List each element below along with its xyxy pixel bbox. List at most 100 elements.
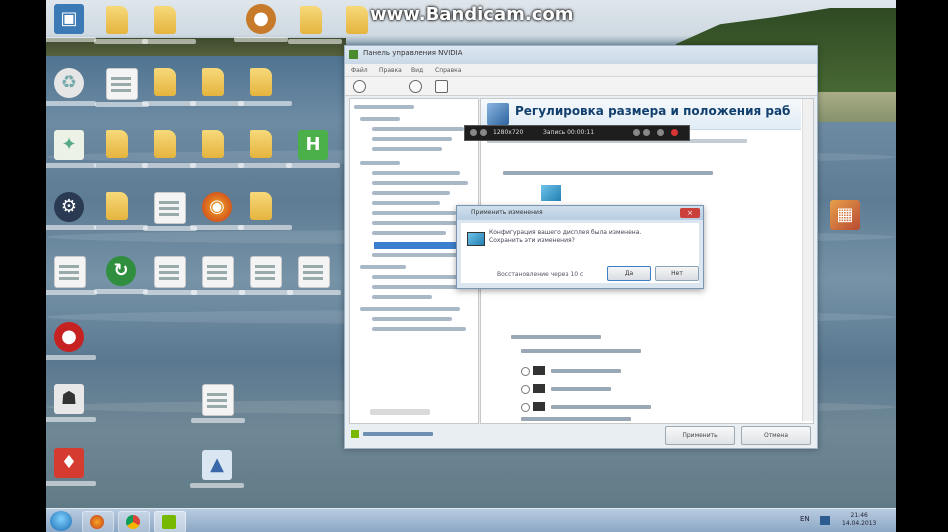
taskbar-item-firefox[interactable]: [82, 511, 114, 532]
record-icon[interactable]: [671, 129, 678, 136]
desktop-icon-document[interactable]: [143, 192, 197, 231]
tree-item[interactable]: [372, 201, 440, 205]
radio-label: [551, 387, 611, 391]
icon-label: [46, 37, 96, 42]
language-indicator[interactable]: EN: [800, 515, 810, 523]
desktop-icon-folder[interactable]: [238, 130, 292, 168]
right-letterbox: [896, 0, 948, 532]
desktop-icon-firefox[interactable]: ◉: [190, 192, 244, 230]
desktop-icon-document[interactable]: [143, 256, 197, 295]
pause-icon[interactable]: [657, 129, 664, 136]
home-icon[interactable]: [435, 80, 448, 93]
menu-edit[interactable]: Правка: [379, 67, 402, 74]
vertical-scrollbar[interactable]: [802, 99, 813, 421]
pencil-icon[interactable]: [643, 129, 650, 136]
camera-icon[interactable]: [633, 129, 640, 136]
tree-item[interactable]: [372, 317, 452, 321]
no-button[interactable]: Нет: [655, 266, 699, 281]
desktop-icon-spreadsheet[interactable]: [287, 256, 341, 295]
desktop-icon-folder[interactable]: [142, 6, 196, 44]
desktop-icon-folder[interactable]: [94, 192, 148, 230]
forward-icon[interactable]: [409, 80, 422, 93]
menu-help[interactable]: Справка: [435, 67, 461, 74]
tree-item[interactable]: [372, 295, 432, 299]
desktop-icon-folder[interactable]: [142, 130, 196, 168]
taskbar-item-chrome[interactable]: [118, 511, 150, 532]
desktop-icon-app[interactable]: ✦: [46, 130, 96, 168]
tree-item[interactable]: [372, 221, 462, 225]
tree-item[interactable]: [372, 211, 456, 215]
desktop-icon-document[interactable]: [95, 68, 149, 107]
horizontal-scrollbar[interactable]: [370, 409, 430, 415]
apply-button[interactable]: Применить: [665, 426, 735, 445]
tree-category-3d[interactable]: [360, 117, 400, 121]
tree-category-stereo[interactable]: [360, 307, 460, 311]
desktop-icon-spreadsheet[interactable]: [239, 256, 293, 295]
desktop-icon-folder[interactable]: [238, 68, 292, 106]
desktop-icon-steam[interactable]: ⚙: [46, 192, 96, 230]
radio-full-screen[interactable]: [521, 367, 530, 376]
tree-item[interactable]: [372, 191, 450, 195]
tree-item[interactable]: [372, 275, 464, 279]
back-icon[interactable]: [353, 80, 366, 93]
search-icon[interactable]: [480, 129, 487, 136]
window-titlebar[interactable]: Панель управления NVIDIA: [345, 46, 817, 64]
dialog-titlebar[interactable]: Применить изменения ×: [457, 206, 703, 220]
desktop-icon-folder[interactable]: [346, 6, 368, 34]
desktop-icon-image[interactable]: ▦: [830, 200, 860, 230]
bandicam-menu-icon[interactable]: [470, 129, 477, 136]
tree-item[interactable]: [372, 231, 446, 235]
desktop-icon-spreadsheet[interactable]: [191, 256, 245, 295]
desktop-icon-folder[interactable]: [94, 6, 148, 44]
tree-item[interactable]: [372, 137, 452, 141]
icon-label: [143, 226, 197, 231]
tree-item[interactable]: [372, 171, 460, 175]
radio-aspect-ratio[interactable]: [521, 385, 530, 394]
monitor-icon[interactable]: [541, 185, 561, 201]
desktop-icon-app[interactable]: ♦: [46, 448, 96, 486]
tree-item[interactable]: [372, 285, 458, 289]
clock[interactable]: 21:46 14.04.2013: [842, 512, 876, 528]
desktop-icon-folder[interactable]: [142, 68, 196, 106]
icon-label: [190, 101, 244, 106]
tree-item[interactable]: [372, 127, 464, 131]
desktop-icon-folder[interactable]: [190, 130, 244, 168]
desktop-icon-document[interactable]: [46, 256, 97, 295]
computer-icon: ▣: [60, 8, 78, 29]
desktop-icon-computer[interactable]: ▣: [46, 4, 96, 42]
no-scaling-icon: [533, 402, 545, 411]
desktop-icon-sync[interactable]: ↻: [94, 256, 148, 294]
scaling-tab[interactable]: [511, 335, 601, 339]
desktop-icon-counter-strike[interactable]: ☗: [46, 384, 96, 422]
menu-file[interactable]: Файл: [351, 67, 368, 74]
desktop-icon-bandicam[interactable]: ●: [46, 322, 96, 360]
close-button[interactable]: ×: [680, 208, 700, 218]
tree-item[interactable]: [372, 147, 442, 151]
desktop-icon-network[interactable]: ▲: [190, 450, 244, 488]
tree-category-video[interactable]: [360, 265, 406, 269]
tree-item[interactable]: [372, 327, 466, 331]
clock-date: 14.04.2013: [842, 520, 877, 527]
taskbar-item-nvidia[interactable]: [154, 511, 186, 532]
desktop-icon-folder[interactable]: [238, 192, 292, 230]
desktop-icon-spreadsheet[interactable]: [191, 384, 245, 423]
desktop-icon-folder[interactable]: [94, 130, 148, 168]
system-info-link[interactable]: [363, 432, 433, 436]
start-button[interactable]: [50, 511, 72, 531]
desktop-icon-folder[interactable]: [190, 68, 244, 106]
tree-item[interactable]: [372, 181, 468, 185]
tree-category-display[interactable]: [360, 161, 400, 165]
desktop-icon-app-h[interactable]: H: [286, 130, 340, 168]
network-icon[interactable]: [820, 516, 830, 525]
tree-item[interactable]: [372, 253, 460, 257]
icon-label: [142, 163, 196, 168]
apply-changes-dialog: Применить изменения × Конфигурация вашег…: [456, 205, 704, 289]
dialog-message: Конфигурация вашего дисплея была изменен…: [489, 229, 642, 244]
cancel-button[interactable]: Отмена: [741, 426, 811, 445]
yes-button[interactable]: Да: [607, 266, 651, 281]
radio-no-scaling[interactable]: [521, 403, 530, 412]
desktop-icon-folder[interactable]: [288, 6, 342, 44]
menu-view[interactable]: Вид: [411, 67, 423, 74]
desktop-icon-recycle[interactable]: ♻: [46, 68, 96, 106]
desktop-icon-app[interactable]: ●: [234, 4, 288, 42]
